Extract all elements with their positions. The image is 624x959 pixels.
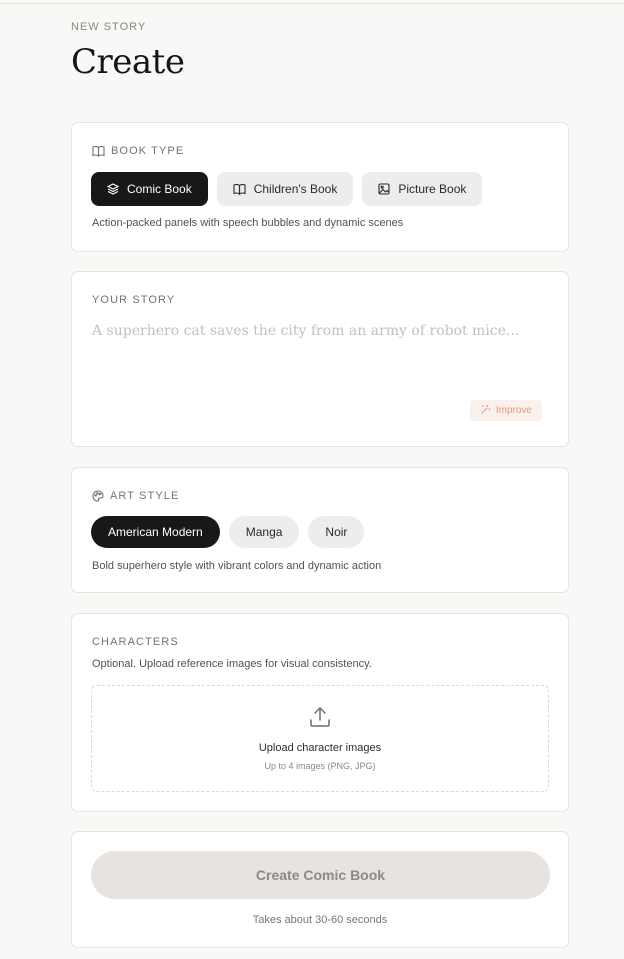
character-upload-dropzone[interactable]: Upload character images Up to 4 images (… [91,685,549,792]
upload-title: Upload character images [258,742,382,754]
book-type-childrens-label: Children's Book [253,182,338,196]
story-textarea[interactable]: A superhero cat saves the city from an a… [92,323,550,339]
characters-label: CHARACTERS [92,636,179,648]
book-type-label: BOOK TYPE [111,145,185,157]
book-type-comic-button[interactable]: Comic Book [91,172,208,206]
book-type-card: BOOK TYPE Comic Book Children's Book Pic… [71,122,569,252]
art-style-manga-button[interactable]: Manga [228,516,300,548]
book-type-options: Comic Book Children's Book Picture Book [91,172,483,206]
improve-label: Improve [495,405,532,416]
book-type-childrens-button[interactable]: Children's Book [216,172,354,206]
duration-hint: Takes about 30-60 seconds [252,914,388,926]
art-style-american-modern-button[interactable]: American Modern [91,516,220,548]
story-label: YOUR STORY [92,294,176,306]
characters-card: CHARACTERS Optional. Upload reference im… [71,613,569,812]
book-type-header: BOOK TYPE [92,145,184,157]
story-card: YOUR STORY A superhero cat saves the cit… [71,271,569,447]
top-divider [0,3,624,4]
art-style-card: ART STYLE American Modern Manga Noir Bol… [71,467,569,593]
characters-description: Optional. Upload reference images for vi… [92,658,372,670]
sparkle-wand-icon [480,404,491,418]
layers-icon [107,183,119,195]
open-book-icon [92,145,105,157]
improve-button[interactable]: Improve [469,400,542,421]
image-icon [378,183,390,195]
page-eyebrow: NEW STORY [71,21,147,33]
book-open-icon [233,183,246,195]
upload-hint: Up to 4 images (PNG, JPG) [264,761,376,771]
page-title: Create [71,42,185,82]
submit-card: Create Comic Book Takes about 30-60 seco… [71,831,569,948]
book-type-comic-label: Comic Book [127,182,192,196]
art-style-header: ART STYLE [92,490,179,502]
art-style-description: Bold superhero style with vibrant colors… [92,560,382,572]
art-style-label: ART STYLE [110,490,180,502]
book-type-description: Action-packed panels with speech bubbles… [92,217,404,229]
art-style-noir-button[interactable]: Noir [308,516,365,548]
art-style-options: American Modern Manga Noir [91,516,365,548]
book-type-picture-label: Picture Book [398,182,467,196]
upload-icon [308,705,332,734]
create-comic-book-button[interactable]: Create Comic Book [91,851,550,899]
palette-icon [92,490,104,502]
book-type-picture-button[interactable]: Picture Book [362,172,483,206]
